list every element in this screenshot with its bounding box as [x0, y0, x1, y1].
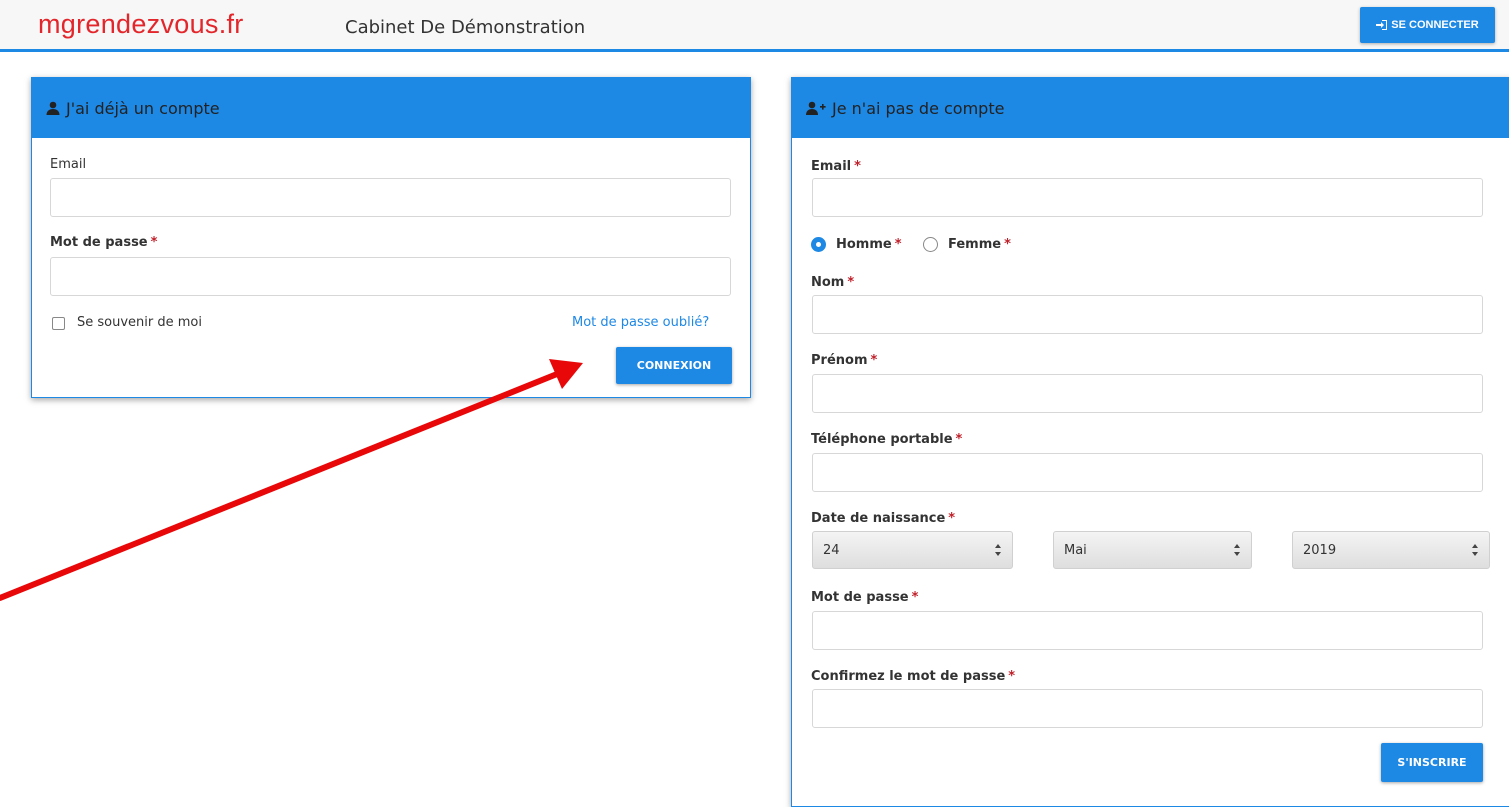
signup-panel: Je n'ai pas de compte Email * Homme * Femm…: [791, 77, 1509, 807]
birth-day-select[interactable]: 24: [812, 531, 1013, 569]
birth-year-value: 2019: [1303, 542, 1337, 558]
nom-input[interactable]: [812, 295, 1483, 334]
site-logo[interactable]: mgrendezvous.fr: [38, 9, 244, 40]
nom-label: Nom *: [811, 275, 855, 290]
forgot-password-link[interactable]: Mot de passe oublié?: [572, 315, 709, 330]
birth-date-label: Date de naissance *: [811, 511, 956, 526]
gender-homme-label[interactable]: Homme *: [836, 237, 902, 252]
phone-label: Téléphone portable *: [811, 432, 963, 447]
se-connecter-label: SE CONNECTER: [1391, 19, 1479, 31]
user-icon: [46, 101, 60, 115]
signup-panel-title: Je n'ai pas de compte: [832, 98, 1005, 118]
connexion-button[interactable]: CONNEXION: [616, 347, 732, 384]
gender-homme-radio[interactable]: [811, 237, 826, 252]
annotation-arrow-shaft: [0, 369, 565, 601]
login-panel-header: J'ai déjà un compte: [32, 78, 750, 138]
phone-input[interactable]: [812, 453, 1483, 492]
login-email-label: Email: [50, 157, 87, 172]
top-navbar: mgrendezvous.fr Cabinet De Démonstration…: [0, 0, 1509, 52]
select-arrows-icon: [995, 544, 1001, 556]
login-panel-title: J'ai déjà un compte: [66, 98, 220, 118]
confirm-password-input[interactable]: [812, 689, 1483, 728]
birth-day-value: 24: [823, 542, 840, 558]
signup-email-label: Email *: [811, 159, 861, 174]
select-arrows-icon: [1472, 544, 1478, 556]
login-panel: J'ai déjà un compte Email Mot de passe * …: [31, 77, 751, 398]
signup-email-input[interactable]: [812, 178, 1483, 217]
cabinet-name: Cabinet De Démonstration: [345, 17, 586, 38]
login-email-input[interactable]: [50, 178, 731, 217]
birth-month-select[interactable]: Mai: [1053, 531, 1252, 569]
login-password-input[interactable]: [50, 257, 731, 296]
se-connecter-button[interactable]: SE CONNECTER: [1360, 7, 1495, 43]
remember-me-label[interactable]: Se souvenir de moi: [77, 315, 202, 330]
remember-me-checkbox[interactable]: [52, 317, 65, 330]
sign-in-icon: [1376, 20, 1388, 30]
prenom-label: Prénom *: [811, 353, 878, 368]
inscrire-button[interactable]: S'INSCRIRE: [1381, 743, 1483, 782]
prenom-input[interactable]: [812, 374, 1483, 413]
signup-panel-header: Je n'ai pas de compte: [792, 78, 1509, 138]
signup-password-label: Mot de passe *: [811, 590, 919, 605]
signup-password-input[interactable]: [812, 611, 1483, 650]
confirm-password-label: Confirmez le mot de passe *: [811, 669, 1016, 684]
user-plus-icon: [806, 101, 826, 115]
birth-month-value: Mai: [1064, 542, 1087, 558]
gender-femme-radio[interactable]: [923, 237, 938, 252]
login-password-label: Mot de passe *: [50, 235, 158, 250]
select-arrows-icon: [1234, 544, 1240, 556]
gender-femme-label[interactable]: Femme *: [948, 237, 1011, 252]
birth-year-select[interactable]: 2019: [1292, 531, 1490, 569]
